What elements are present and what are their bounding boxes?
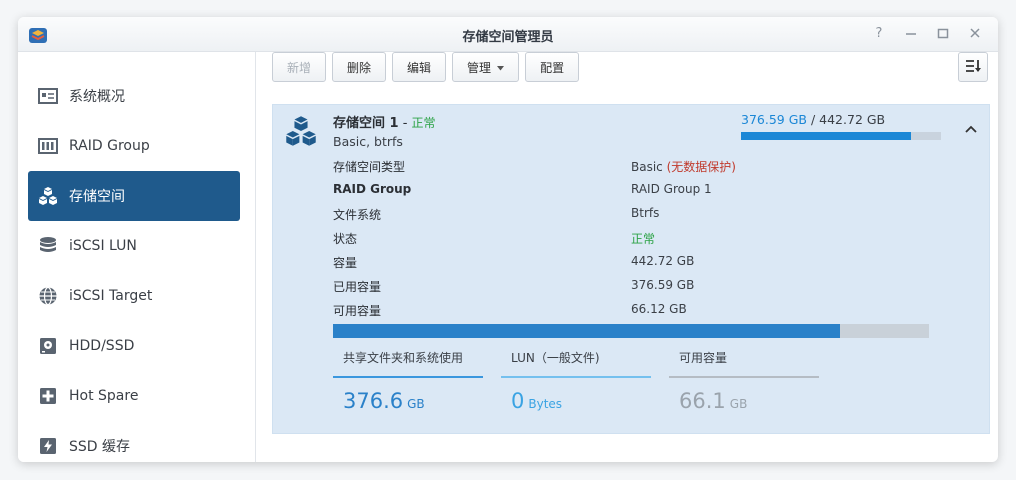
help-icon[interactable]: ? bbox=[870, 24, 888, 42]
main-content: 新增 删除 编辑 管理 配置 存储空间 1 - 正常 Basic, btrfs … bbox=[256, 52, 998, 462]
prop-label-used: 已用容量 bbox=[333, 280, 382, 294]
stat-value: 66.1 GB bbox=[679, 389, 747, 413]
plus-box-icon bbox=[37, 385, 59, 407]
database-icon bbox=[37, 235, 59, 257]
prop-value-available: 66.12 GB bbox=[631, 302, 687, 316]
maximize-icon[interactable] bbox=[934, 24, 952, 42]
prop-label-available: 可用容量 bbox=[333, 304, 382, 318]
stat-value: 0 Bytes bbox=[511, 389, 562, 413]
stat-unit: GB bbox=[407, 397, 425, 411]
prop-value-status: 正常 bbox=[631, 232, 656, 246]
volume-subtitle: Basic, btrfs bbox=[333, 134, 403, 149]
sidebar-item-label: iSCSI Target bbox=[69, 288, 153, 304]
stat-value: 376.6 GB bbox=[343, 389, 425, 413]
stat-label: 可用容量 bbox=[679, 351, 728, 365]
capacity-bar bbox=[333, 324, 929, 338]
edit-button[interactable]: 编辑 bbox=[392, 52, 447, 82]
usage-slash: / bbox=[806, 112, 820, 127]
prop-value-type-warning: (无数据保护) bbox=[666, 160, 736, 174]
sort-icon bbox=[965, 58, 981, 77]
close-icon[interactable] bbox=[966, 24, 984, 42]
stat-number: 66.1 bbox=[679, 389, 726, 413]
stat-number: 0 bbox=[511, 389, 525, 413]
prop-label-filesystem: 文件系统 bbox=[333, 208, 382, 222]
sidebar-item-label: RAID Group bbox=[69, 138, 150, 154]
stat-available: 可用容量 66.1 GB bbox=[669, 341, 819, 413]
sort-button[interactable] bbox=[958, 52, 988, 82]
stat-underline bbox=[501, 376, 651, 378]
prop-label-raid-group: RAID Group bbox=[333, 182, 412, 196]
sidebar-item-hot-spare[interactable]: Hot Spare bbox=[28, 371, 240, 421]
sidebar-item-overview[interactable]: 系统概况 bbox=[28, 71, 240, 121]
storage-cubes-icon bbox=[283, 113, 319, 149]
caret-down-icon bbox=[497, 60, 505, 74]
overview-icon bbox=[37, 85, 59, 107]
volume-usage-text: 376.59 GB / 442.72 GB bbox=[741, 112, 885, 127]
prop-label-type: 存储空间类型 bbox=[333, 160, 406, 174]
volume-used: 376.59 GB bbox=[741, 112, 807, 127]
collapse-chevron-up-icon[interactable] bbox=[963, 121, 979, 137]
sidebar: 系统概况 RAID Group 存储空间 iSCSI LUN iSCSI Tar… bbox=[18, 52, 256, 462]
sidebar-item-label: HDD/SSD bbox=[69, 338, 135, 354]
window-title: 存储空间管理员 bbox=[462, 30, 554, 45]
prop-value-used: 376.59 GB bbox=[631, 278, 695, 292]
manage-label: 管理 bbox=[467, 60, 492, 75]
toolbar: 新增 删除 编辑 管理 配置 bbox=[272, 52, 580, 82]
sidebar-item-ssd-cache[interactable]: SSD 缓存 bbox=[28, 421, 240, 462]
ssd-cache-icon bbox=[37, 435, 59, 457]
stat-underline bbox=[669, 376, 819, 378]
manage-dropdown-button[interactable]: 管理 bbox=[452, 52, 520, 82]
raid-icon bbox=[37, 135, 59, 157]
prop-value-type-main: Basic bbox=[631, 160, 663, 174]
create-button[interactable]: 新增 bbox=[272, 52, 327, 82]
stat-unit: Bytes bbox=[528, 397, 563, 411]
sidebar-item-label: 系统概况 bbox=[69, 89, 125, 105]
sidebar-item-label: SSD 缓存 bbox=[69, 439, 131, 455]
title-bar: 存储空间管理员 ? bbox=[18, 17, 998, 52]
stat-lun: LUN（一般文件) 0 Bytes bbox=[501, 341, 651, 413]
disk-icon bbox=[37, 335, 59, 357]
stat-underline bbox=[333, 376, 483, 378]
volume-panel[interactable]: 存储空间 1 - 正常 Basic, btrfs 376.59 GB / 442… bbox=[272, 104, 990, 434]
volume-separator: - bbox=[398, 116, 412, 131]
prop-label-capacity: 容量 bbox=[333, 256, 358, 270]
prop-label-status: 状态 bbox=[333, 232, 358, 246]
delete-button[interactable]: 删除 bbox=[332, 52, 387, 82]
storage-manager-window: 存储空间管理员 ? 系统概况 RAID Group 存储空间 iSCSI LUN… bbox=[18, 17, 998, 462]
sidebar-item-label: Hot Spare bbox=[69, 388, 139, 404]
volume-total: 442.72 GB bbox=[819, 112, 886, 127]
stat-label: 共享文件夹和系统使用 bbox=[343, 351, 464, 365]
capacity-bar-fill bbox=[333, 324, 840, 338]
storage-cubes-icon bbox=[37, 185, 59, 207]
sidebar-item-iscsi-lun[interactable]: iSCSI LUN bbox=[28, 221, 240, 271]
globe-icon bbox=[37, 285, 59, 307]
prop-value-filesystem: Btrfs bbox=[631, 206, 660, 220]
prop-value-raid-group: RAID Group 1 bbox=[631, 182, 712, 196]
volume-status: 正常 bbox=[411, 116, 436, 130]
sidebar-item-label: iSCSI LUN bbox=[69, 238, 137, 254]
prop-value-type: Basic (无数据保护) bbox=[631, 158, 736, 176]
volume-usage-bar-fill bbox=[741, 132, 911, 140]
stat-label: LUN（一般文件) bbox=[511, 351, 600, 365]
sidebar-item-iscsi-target[interactable]: iSCSI Target bbox=[28, 271, 240, 321]
minimize-icon[interactable] bbox=[902, 24, 920, 42]
prop-value-capacity: 442.72 GB bbox=[631, 254, 695, 268]
configure-button[interactable]: 配置 bbox=[525, 52, 580, 82]
sidebar-item-label: 存储空间 bbox=[69, 189, 125, 205]
sidebar-item-hdd-ssd[interactable]: HDD/SSD bbox=[28, 321, 240, 371]
volume-usage-bar bbox=[741, 132, 941, 140]
stat-shared-folders: 共享文件夹和系统使用 376.6 GB bbox=[333, 341, 483, 413]
stat-unit: GB bbox=[729, 397, 748, 411]
sidebar-item-storage[interactable]: 存储空间 bbox=[28, 171, 240, 221]
sidebar-item-raid-group[interactable]: RAID Group bbox=[28, 121, 240, 171]
volume-title: 存储空间 1 - 正常 bbox=[333, 112, 436, 131]
stat-number: 376.6 bbox=[343, 389, 404, 413]
volume-name: 存储空间 1 bbox=[333, 116, 399, 131]
